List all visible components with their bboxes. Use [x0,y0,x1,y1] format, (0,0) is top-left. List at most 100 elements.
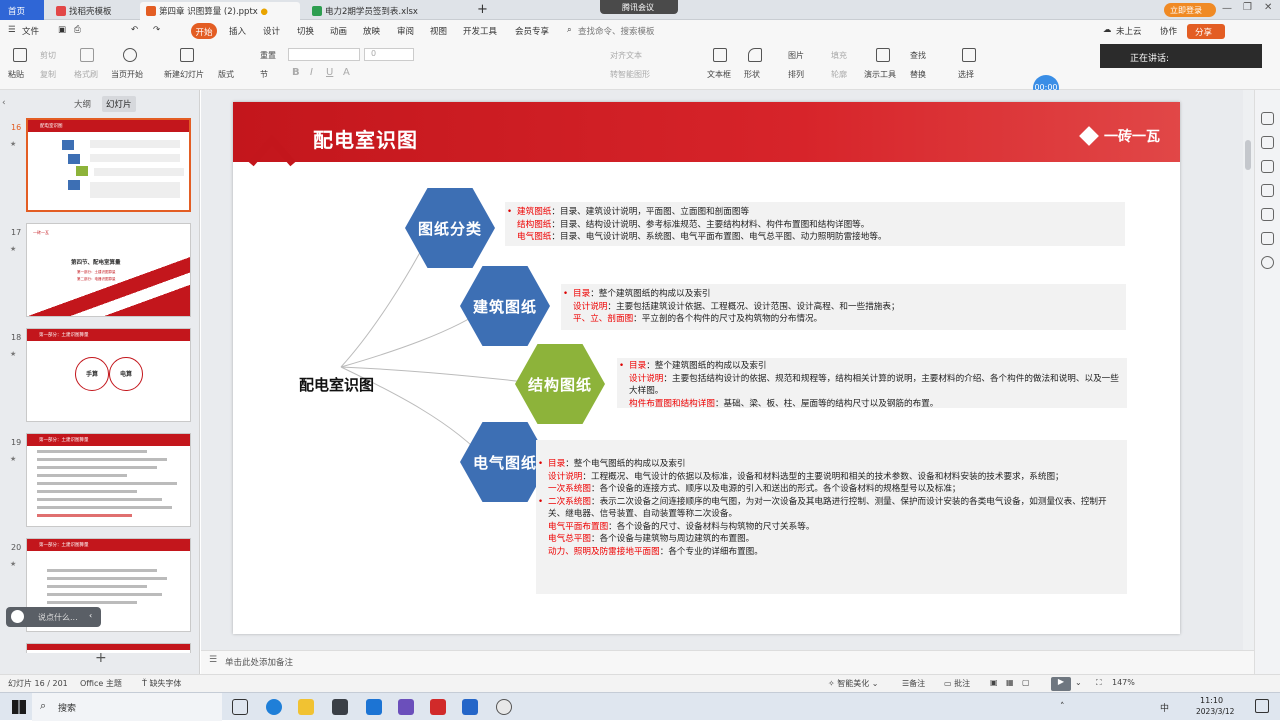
normal-view-icon[interactable]: ▣ [990,678,998,687]
from-current-button[interactable]: 当页开始 [111,69,143,80]
calculator-icon[interactable] [332,699,348,715]
tab-template[interactable]: 找稻壳模板 [50,2,135,20]
outline-button[interactable]: 轮廓 [831,69,847,80]
chevron-left-icon[interactable]: ‹ [89,611,92,620]
app-icon[interactable] [462,699,478,715]
search-icon[interactable]: ⌕ [567,25,572,35]
menu-view[interactable]: 视图 [430,25,447,37]
minimize-icon[interactable]: — [1222,3,1232,14]
vertical-scrollbar[interactable] [1243,90,1254,650]
menu-start[interactable]: 开始 [191,23,217,39]
format-painter-button[interactable]: 格式刷 [74,69,98,80]
presenter-button[interactable]: 演示工具 [864,69,896,80]
clock-time[interactable]: 11:10 [1200,696,1223,705]
animation-icon[interactable] [1261,160,1274,173]
convert-smartart-button[interactable]: 转智能图形 [610,69,650,80]
task-view-icon[interactable] [232,699,248,715]
sorter-view-icon[interactable]: ▦ [1006,678,1014,687]
chat-input[interactable]: 说点什么... ‹ [6,607,101,627]
new-tab-button[interactable]: + [474,2,490,20]
redo-icon[interactable]: ↷ [153,25,160,35]
scrollbar-thumb[interactable] [1245,140,1251,170]
undo-icon[interactable]: ↶ [131,25,138,35]
meeting-app-icon[interactable] [366,699,382,715]
copy-button[interactable]: 复制 [40,69,56,80]
menu-slideshow[interactable]: 放映 [363,25,380,37]
edge-icon[interactable] [266,699,282,715]
missing-font-button[interactable]: Ť 缺失字体 [142,678,181,689]
shape-icon[interactable] [748,48,762,62]
ime-indicator[interactable]: 中 [1160,701,1169,714]
location-icon[interactable] [1261,256,1274,269]
collapse-panel-icon[interactable]: ‹ [2,98,6,108]
thumbnail-slide-19[interactable]: 第一部分：土建识图算量 [26,433,191,527]
reading-view-icon[interactable]: ▢ [1022,678,1030,687]
select-button[interactable]: 选择 [958,69,974,80]
replace-button[interactable]: 替换 [910,69,926,80]
reset-button[interactable]: 重置 [260,50,276,61]
presenter-icon[interactable] [876,48,890,62]
shape-button[interactable]: 形状 [744,69,760,80]
underline-icon[interactable]: U [326,67,333,78]
design-icon[interactable] [1261,136,1274,149]
wps-icon[interactable] [430,699,446,715]
menu-insert[interactable]: 插入 [229,25,246,37]
align-text-button[interactable]: 对齐文本 [610,50,642,61]
menu-member[interactable]: 会员专享 [515,25,549,37]
play-slideshow-button[interactable]: ▶ [1051,677,1071,691]
paste-icon[interactable] [13,48,27,62]
font-name-select[interactable] [288,48,360,61]
add-slide-button[interactable]: + [95,650,107,666]
cut-button[interactable]: 剪切 [40,50,56,61]
settings-icon[interactable] [1261,232,1274,245]
thumbnail-slide-17[interactable]: 一砖一瓦 第四节、配电室算量 第一部分：土建识图算量 第二部分：电器识图算量 [26,223,191,317]
comments-button[interactable]: ▭ 批注 [944,678,970,689]
find-button[interactable]: 查找 [910,50,926,61]
thumbnail-slide-16[interactable]: 配电室识图 [26,118,191,212]
explorer-icon[interactable] [298,699,314,715]
fill-button[interactable]: 填充 [831,50,847,61]
menu-icon[interactable]: ☰ [8,25,16,35]
tab-home[interactable]: 首页 [0,0,44,20]
tab-xlsx[interactable]: 电力2期学员签到表.xlsx [306,2,466,20]
thumbnail-slide-21[interactable] [26,643,191,653]
command-search[interactable]: 查找命令、搜索模板 [578,25,655,37]
play-icon[interactable] [123,48,137,62]
restore-icon[interactable]: ❐ [1243,2,1252,13]
chevron-down-icon[interactable]: ⌄ [1075,678,1082,687]
menu-review[interactable]: 审阅 [397,25,414,37]
menu-developer[interactable]: 开发工具 [463,25,497,37]
menu-design[interactable]: 设计 [263,25,280,37]
app-icon[interactable] [496,699,512,715]
windows-start-icon[interactable] [12,700,26,714]
select-icon[interactable] [962,48,976,62]
picture-button[interactable]: 图片 [788,50,804,61]
notification-icon[interactable] [1255,699,1269,713]
paste-button[interactable]: 粘贴 [8,69,24,80]
smart-beautify-button[interactable]: ✧ 智能美化 ⌄ [828,678,879,689]
menu-animation[interactable]: 动画 [330,25,347,37]
notes-area[interactable]: ☰ 单击此处添加备注 [201,650,1254,674]
bold-icon[interactable]: B [292,67,300,78]
login-button[interactable]: 立即登录 [1164,3,1216,17]
format-painter-icon[interactable] [80,48,94,62]
font-size-select[interactable]: 0 [364,48,414,61]
section-button[interactable]: 节 [260,69,268,80]
unsaved-status[interactable]: 未上云 [1116,25,1142,37]
notes-placeholder[interactable]: 单击此处添加备注 [225,656,293,668]
thumbnail-slide-18[interactable]: 第一部分：土建识图算量 手算 电算 [26,328,191,422]
pin-icon[interactable] [1261,112,1274,125]
copy-icon[interactable] [1261,184,1274,197]
textbox-icon[interactable] [713,48,727,62]
slide[interactable]: 配电室识图 一砖一瓦 配电室识图 图纸分类 建筑图纸 结构图纸 电气图纸 建筑图… [233,102,1180,634]
backup-icon[interactable] [1261,208,1274,221]
arrange-button[interactable]: 排列 [788,69,804,80]
collab-button[interactable]: 协作 [1160,25,1177,37]
tab-outline[interactable]: 大纲 [74,98,91,110]
italic-icon[interactable]: I [310,67,313,78]
save-icon[interactable]: ▣ [58,25,66,35]
tab-slides[interactable]: 幻灯片 [102,96,136,112]
notes-button[interactable]: ☰备注 [902,678,925,689]
layout-button[interactable]: 版式 [218,69,234,80]
close-icon[interactable]: ✕ [1264,2,1272,13]
